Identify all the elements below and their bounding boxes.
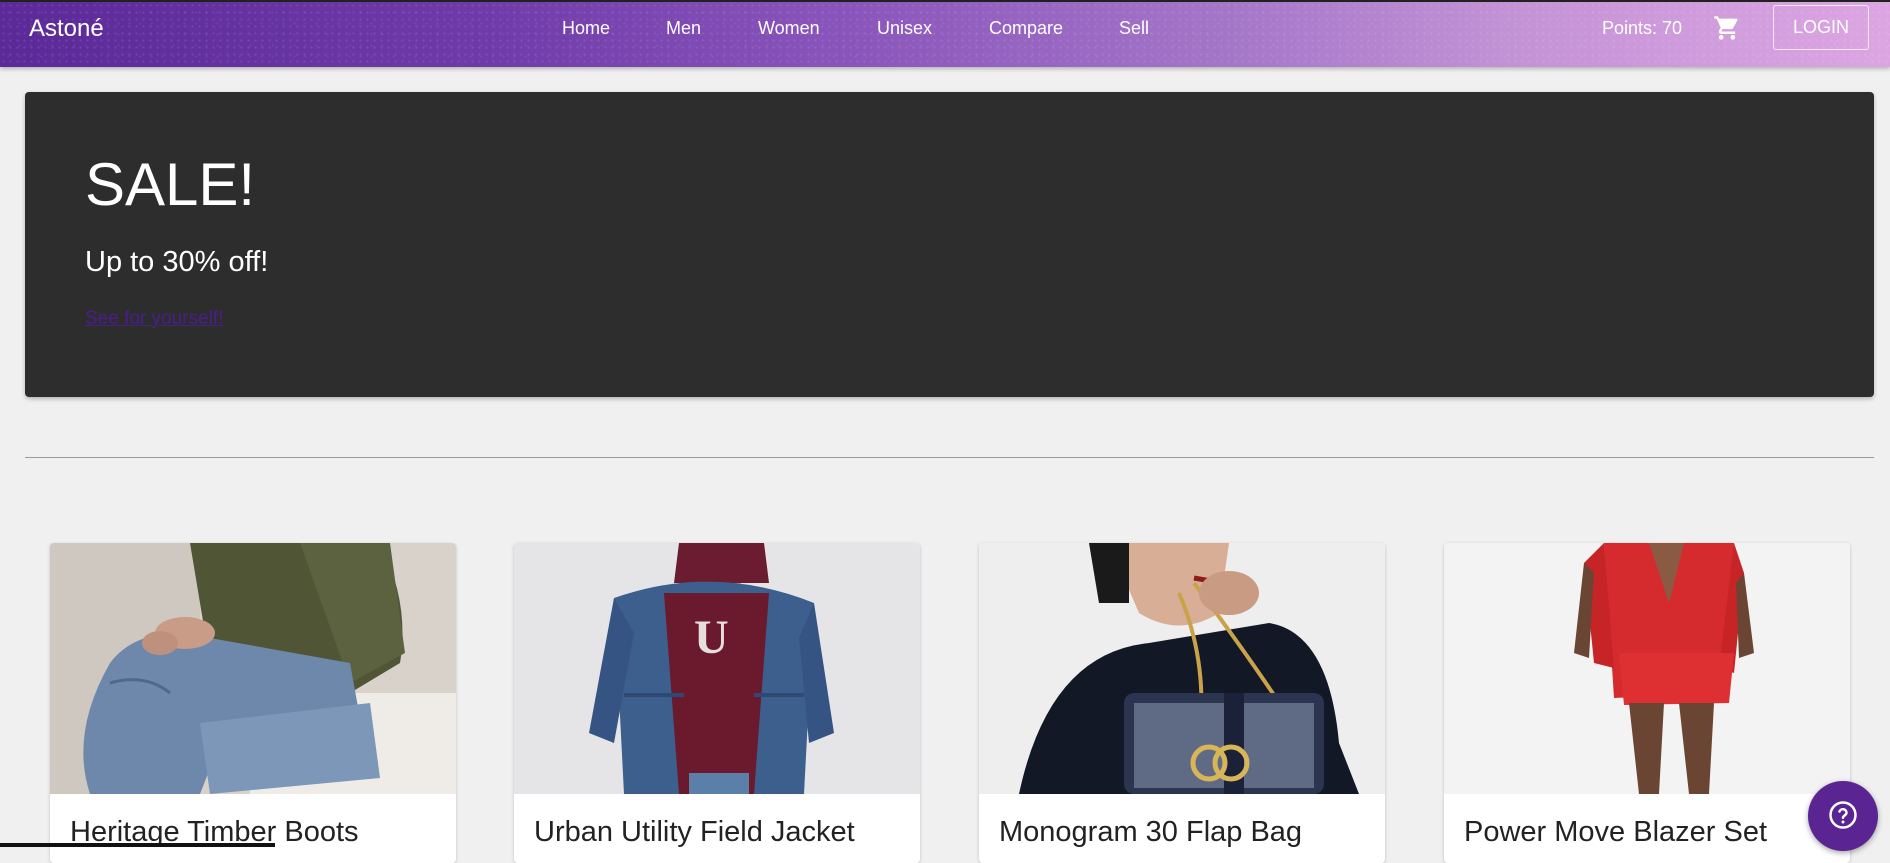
product-image xyxy=(979,543,1385,794)
product-card[interactable]: Heritage Timber Boots xyxy=(50,543,456,863)
nav-link-compare[interactable]: Compare xyxy=(989,16,1063,40)
nav-link-unisex[interactable]: Unisex xyxy=(877,16,932,40)
help-button[interactable] xyxy=(1808,781,1878,851)
nav-link-women[interactable]: Women xyxy=(758,16,820,40)
product-card[interactable]: U Urban Utility Field Jacket xyxy=(514,543,920,863)
product-title[interactable]: Urban Utility Field Jacket xyxy=(534,815,855,849)
nav-link-home[interactable]: Home xyxy=(562,16,610,40)
sale-title: SALE! xyxy=(85,151,256,218)
help-question-icon xyxy=(1829,801,1857,829)
section-divider xyxy=(25,457,1874,458)
product-image xyxy=(1444,543,1850,794)
product-title[interactable]: Power Move Blazer Set xyxy=(1464,815,1767,849)
login-button[interactable]: LOGIN xyxy=(1773,5,1869,50)
nav-link-men[interactable]: Men xyxy=(666,16,701,40)
sale-link[interactable]: See for yourself! xyxy=(85,307,223,331)
nav-link-sell[interactable]: Sell xyxy=(1119,16,1149,40)
sale-banner: SALE! Up to 30% off! See for yourself! xyxy=(25,92,1874,397)
product-title[interactable]: Monogram 30 Flap Bag xyxy=(999,815,1302,849)
points-balance: Points: 70 xyxy=(1602,18,1683,38)
product-card[interactable]: Power Move Blazer Set xyxy=(1444,543,1850,863)
brand-logo[interactable]: Astoné xyxy=(29,14,104,44)
shopping-cart-icon[interactable] xyxy=(1713,14,1741,42)
svg-text:U: U xyxy=(694,611,729,664)
top-navbar: Astoné Home Men Women Unisex Compare Sel… xyxy=(0,2,1890,67)
product-image: U xyxy=(514,543,920,794)
sale-subtitle: Up to 30% off! xyxy=(85,246,269,278)
product-card[interactable]: Monogram 30 Flap Bag xyxy=(979,543,1385,863)
horizontal-scrollbar[interactable] xyxy=(0,843,275,847)
product-image xyxy=(50,543,456,794)
